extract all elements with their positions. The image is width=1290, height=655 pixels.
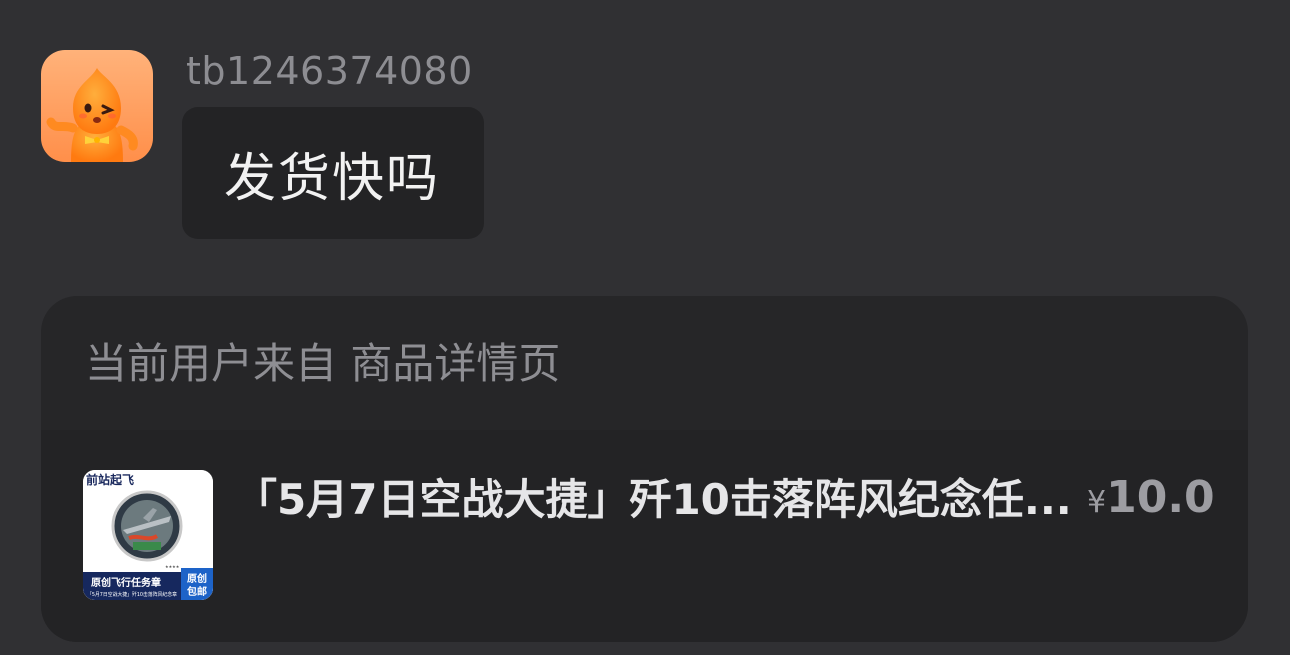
source-info-card: 当前用户来自 商品详情页 前站起飞 ★★★★ 原创飞行任务章 「5月7日空战大捷… bbox=[41, 296, 1248, 642]
thumb-badge-line1: 原创 bbox=[187, 572, 207, 585]
sender-username: tb1246374080 bbox=[186, 49, 473, 93]
product-card[interactable]: 前站起飞 ★★★★ 原创飞行任务章 「5月7日空战大捷」歼10击落阵风纪念章 原… bbox=[41, 430, 1248, 642]
product-price: ¥10.0 bbox=[1087, 472, 1215, 533]
svg-text:★★★★: ★★★★ bbox=[165, 564, 180, 569]
thumb-caption-main: 原创飞行任务章 bbox=[91, 576, 161, 589]
source-label: 当前用户来自 商品详情页 bbox=[85, 339, 561, 388]
product-title[interactable]: 「5月7日空战大捷」歼10击落阵风纪念任... bbox=[235, 474, 1085, 526]
chat-screen: tb1246374080 发货快吗 当前用户来自 商品详情页 前站起飞 ★★★★ bbox=[0, 0, 1290, 655]
orange-mascot-icon bbox=[41, 50, 153, 162]
product-image: 前站起飞 ★★★★ 原创飞行任务章 「5月7日空战大捷」歼10击落阵风纪念章 原… bbox=[83, 470, 213, 600]
product-thumbnail[interactable]: 前站起飞 ★★★★ 原创飞行任务章 「5月7日空战大捷」歼10击落阵风纪念章 原… bbox=[83, 470, 213, 600]
thumb-caption-sub: 「5月7日空战大捷」歼10击落阵风纪念章 bbox=[87, 591, 177, 598]
user-avatar[interactable] bbox=[41, 50, 153, 162]
thumb-badge-line2: 包邮 bbox=[187, 585, 207, 598]
thumb-brand: 前站起飞 bbox=[86, 472, 134, 487]
message-bubble[interactable]: 发货快吗 bbox=[182, 107, 484, 239]
message-text: 发货快吗 bbox=[224, 148, 441, 209]
price-currency: ¥ bbox=[1087, 485, 1107, 520]
price-amount: 10.0 bbox=[1106, 472, 1215, 523]
